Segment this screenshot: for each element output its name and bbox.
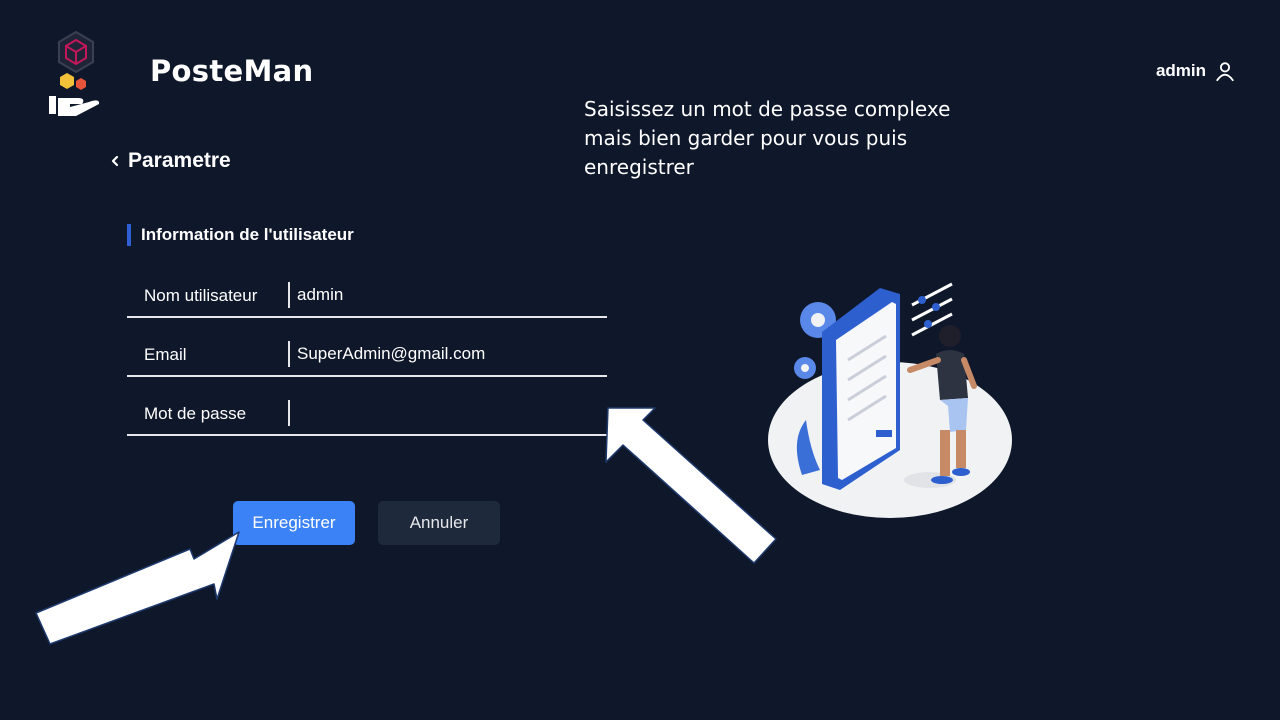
username-input[interactable] <box>297 280 597 310</box>
package-hand-logo-icon <box>49 30 100 116</box>
user-icon <box>1216 62 1234 82</box>
app-title: PosteMan <box>150 54 314 88</box>
chevron-left-icon <box>111 155 119 167</box>
pointer-arrow-to-save-icon <box>35 531 240 645</box>
pointer-arrow-to-password-icon <box>605 407 777 564</box>
page-title: Parametre <box>128 149 231 172</box>
password-label-text: Mot de passe <box>144 404 247 423</box>
password-input[interactable] <box>297 398 597 428</box>
field-divider <box>288 282 290 308</box>
username-label: admin <box>1155 61 1206 80</box>
cancel-button[interactable]: Annuler <box>378 501 500 545</box>
email-row: Email <box>127 333 607 377</box>
password-row: Mot de passe <box>127 392 607 436</box>
username-row: Nom utilisateur <box>127 274 607 318</box>
field-divider <box>288 341 290 367</box>
section-title: Information de l'utilisateur <box>127 224 354 246</box>
field-divider <box>288 400 290 426</box>
username-label-text: Nom utilisateur <box>144 286 258 305</box>
settings-illustration-icon <box>768 282 1012 518</box>
user-menu[interactable]: admin <box>1156 60 1236 82</box>
back-button[interactable]: Parametre <box>108 149 231 173</box>
save-button[interactable]: Enregistrer <box>233 501 355 545</box>
email-input[interactable] <box>297 339 597 369</box>
hint-text: Saisissez un mot de passe complexe mais … <box>584 97 951 179</box>
email-label-text: Email <box>144 345 187 364</box>
